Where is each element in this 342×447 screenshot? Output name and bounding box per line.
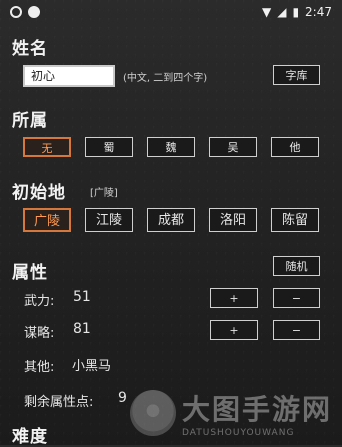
- random-attributes-button[interactable]: 随机: [273, 256, 320, 276]
- status-bar: ▼ ◢ ▮ 2:47: [0, 0, 342, 24]
- battery-icon: ▮: [292, 5, 300, 19]
- watermark-sub-text: DATUSHOUYOUWANG: [182, 428, 295, 438]
- origin-option-guangling[interactable]: 广陵: [23, 208, 71, 232]
- faction-option-wei[interactable]: 魏: [147, 137, 195, 157]
- origin-section-title: 初始地: [12, 183, 66, 203]
- strength-minus-button[interactable]: −: [273, 288, 320, 308]
- name-section-title: 姓名: [12, 39, 48, 59]
- origin-option-chengdu[interactable]: 成都: [147, 208, 195, 232]
- status-time: 2:47: [305, 5, 332, 19]
- origin-current: [广陵]: [90, 188, 118, 199]
- faction-section-title: 所属: [12, 111, 48, 131]
- watermark: 大图手游网 DATUSHOUYOUWANG: [130, 380, 335, 446]
- strength-value: 51: [73, 289, 91, 305]
- cellular-icon: ◢: [277, 5, 287, 19]
- remaining-points-label: 剩余属性点:: [24, 395, 94, 410]
- name-library-button[interactable]: 字库: [273, 65, 320, 85]
- create-character-panel: 姓名 初心 (中文, 二到四个字) 字库 所属 无 蜀 魏 吴 他 初始地 [广…: [0, 24, 342, 447]
- signal-icon: ▼: [261, 5, 272, 19]
- strategy-label: 谋略:: [24, 326, 55, 341]
- attributes-section-title: 属性: [12, 263, 48, 283]
- strategy-value: 81: [73, 321, 91, 337]
- difficulty-section-title: 难度: [12, 427, 48, 447]
- name-input[interactable]: 初心: [23, 65, 115, 87]
- strategy-minus-button[interactable]: −: [273, 320, 320, 340]
- watermark-logo-icon: [130, 390, 176, 436]
- faction-option-shu[interactable]: 蜀: [85, 137, 133, 157]
- strategy-plus-button[interactable]: +: [210, 320, 258, 340]
- strength-label: 武力:: [24, 294, 55, 309]
- remaining-points-value: 9: [118, 390, 127, 406]
- origin-option-chenliu[interactable]: 陈留: [271, 208, 319, 232]
- other-value: 小黑马: [72, 359, 112, 374]
- name-hint: (中文, 二到四个字): [123, 73, 208, 84]
- faction-option-none[interactable]: 无: [23, 137, 71, 157]
- app-notification-icon: [28, 6, 40, 18]
- other-label: 其他:: [24, 360, 55, 375]
- faction-option-wu[interactable]: 吴: [209, 137, 257, 157]
- faction-option-other[interactable]: 他: [271, 137, 319, 157]
- notification-icon: [10, 6, 22, 18]
- watermark-main-text: 大图手游网: [182, 393, 333, 426]
- origin-option-luoyang[interactable]: 洛阳: [209, 208, 257, 232]
- origin-option-jiangling[interactable]: 江陵: [85, 208, 133, 232]
- strength-plus-button[interactable]: +: [210, 288, 258, 308]
